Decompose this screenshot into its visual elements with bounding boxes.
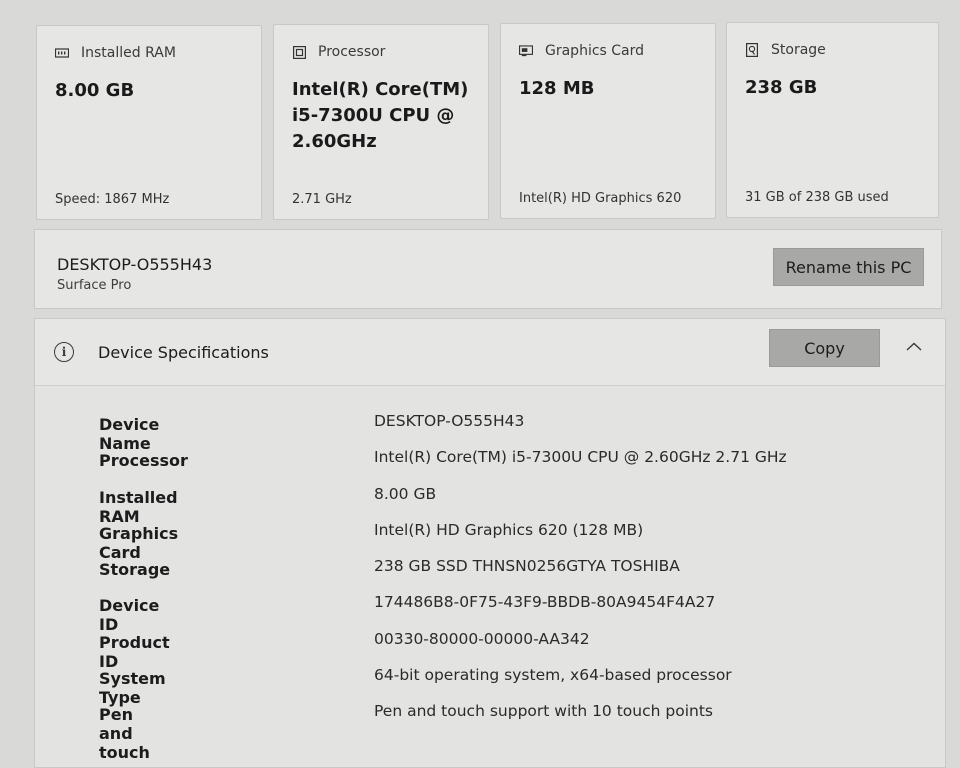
spec-label: Pen and touch <box>99 705 150 763</box>
card-graphics-card: Graphics Card 128 MB Intel(R) HD Graphic… <box>500 23 716 219</box>
ram-icon <box>55 46 69 60</box>
card-value: 128 MB <box>519 78 595 99</box>
card-title: Installed RAM <box>81 45 176 61</box>
spec-value: Intel(R) Core(TM) i5-7300U CPU @ 2.60GHz… <box>374 448 787 467</box>
card-storage: Storage 238 GB 31 GB of 238 GB used <box>726 22 939 218</box>
storage-icon <box>745 43 759 57</box>
chevron-up-icon[interactable] <box>906 337 922 355</box>
spec-value: 00330-80000-00000-AA342 <box>374 629 590 648</box>
spec-value: 174486B8-0F75-43F9-BBDB-80A9454F4A27 <box>374 593 716 612</box>
copy-button[interactable]: Copy <box>769 329 880 367</box>
spec-label: Installed RAM <box>99 487 178 526</box>
device-specifications-panel: i Device Specifications Copy Device Name… <box>34 318 946 768</box>
pc-name: DESKTOP-O555H43 <box>57 255 213 274</box>
spec-label: Product ID <box>99 632 170 671</box>
spec-label: Graphics Card <box>99 523 179 562</box>
card-installed-ram: Installed RAM 8.00 GB Speed: 1867 MHz <box>36 25 262 220</box>
card-subtext: 2.71 GHz <box>292 192 352 207</box>
spec-label: Storage <box>99 560 171 580</box>
section-title: Device Specifications <box>98 343 269 362</box>
card-header: Graphics Card <box>519 43 644 59</box>
card-title: Storage <box>771 42 826 58</box>
card-value: 8.00 GB <box>55 80 135 101</box>
spec-label: Device ID <box>99 596 160 635</box>
card-value: Intel(R) Core(TM) i5-7300U CPU @ 2.60GHz <box>292 79 469 152</box>
processor-icon <box>292 45 306 59</box>
spec-value: Pen and touch support with 10 touch poin… <box>374 702 713 721</box>
card-title: Processor <box>318 44 386 60</box>
info-icon: i <box>54 342 74 362</box>
card-header: Installed RAM <box>55 45 176 61</box>
spec-value: 238 GB SSD THNSN0256GTYA TOSHIBA <box>374 557 680 576</box>
spec-label: System Type <box>99 669 166 708</box>
card-title: Graphics Card <box>545 43 645 59</box>
spec-label: Processor <box>99 451 188 471</box>
card-subtext: 31 GB of 238 GB used <box>745 190 889 205</box>
card-value: 238 GB <box>745 77 818 98</box>
card-subtext: Speed: 1867 MHz <box>55 192 170 207</box>
pc-model: Surface Pro <box>57 278 132 293</box>
card-processor: Processor Intel(R) Core(TM) i5-7300U CPU… <box>273 24 489 220</box>
card-header: Processor <box>292 44 385 60</box>
spec-value: 64-bit operating system, x64-based proce… <box>374 666 732 685</box>
rename-pc-button[interactable]: Rename this PC <box>773 248 924 286</box>
spec-value: Intel(R) HD Graphics 620 (128 MB) <box>374 520 644 539</box>
spec-value: DESKTOP-O555H43 <box>374 412 525 430</box>
graphics-card-icon <box>519 44 533 58</box>
device-specifications-header[interactable]: i Device Specifications Copy <box>35 319 945 386</box>
card-subtext: Intel(R) HD Graphics 620 <box>519 191 682 206</box>
spec-value: 8.00 GB <box>374 484 437 503</box>
card-header: Storage <box>745 42 826 58</box>
spec-label: Device Name <box>99 415 160 453</box>
pc-name-section: DESKTOP-O555H43 Surface Pro Rename this … <box>34 229 942 309</box>
